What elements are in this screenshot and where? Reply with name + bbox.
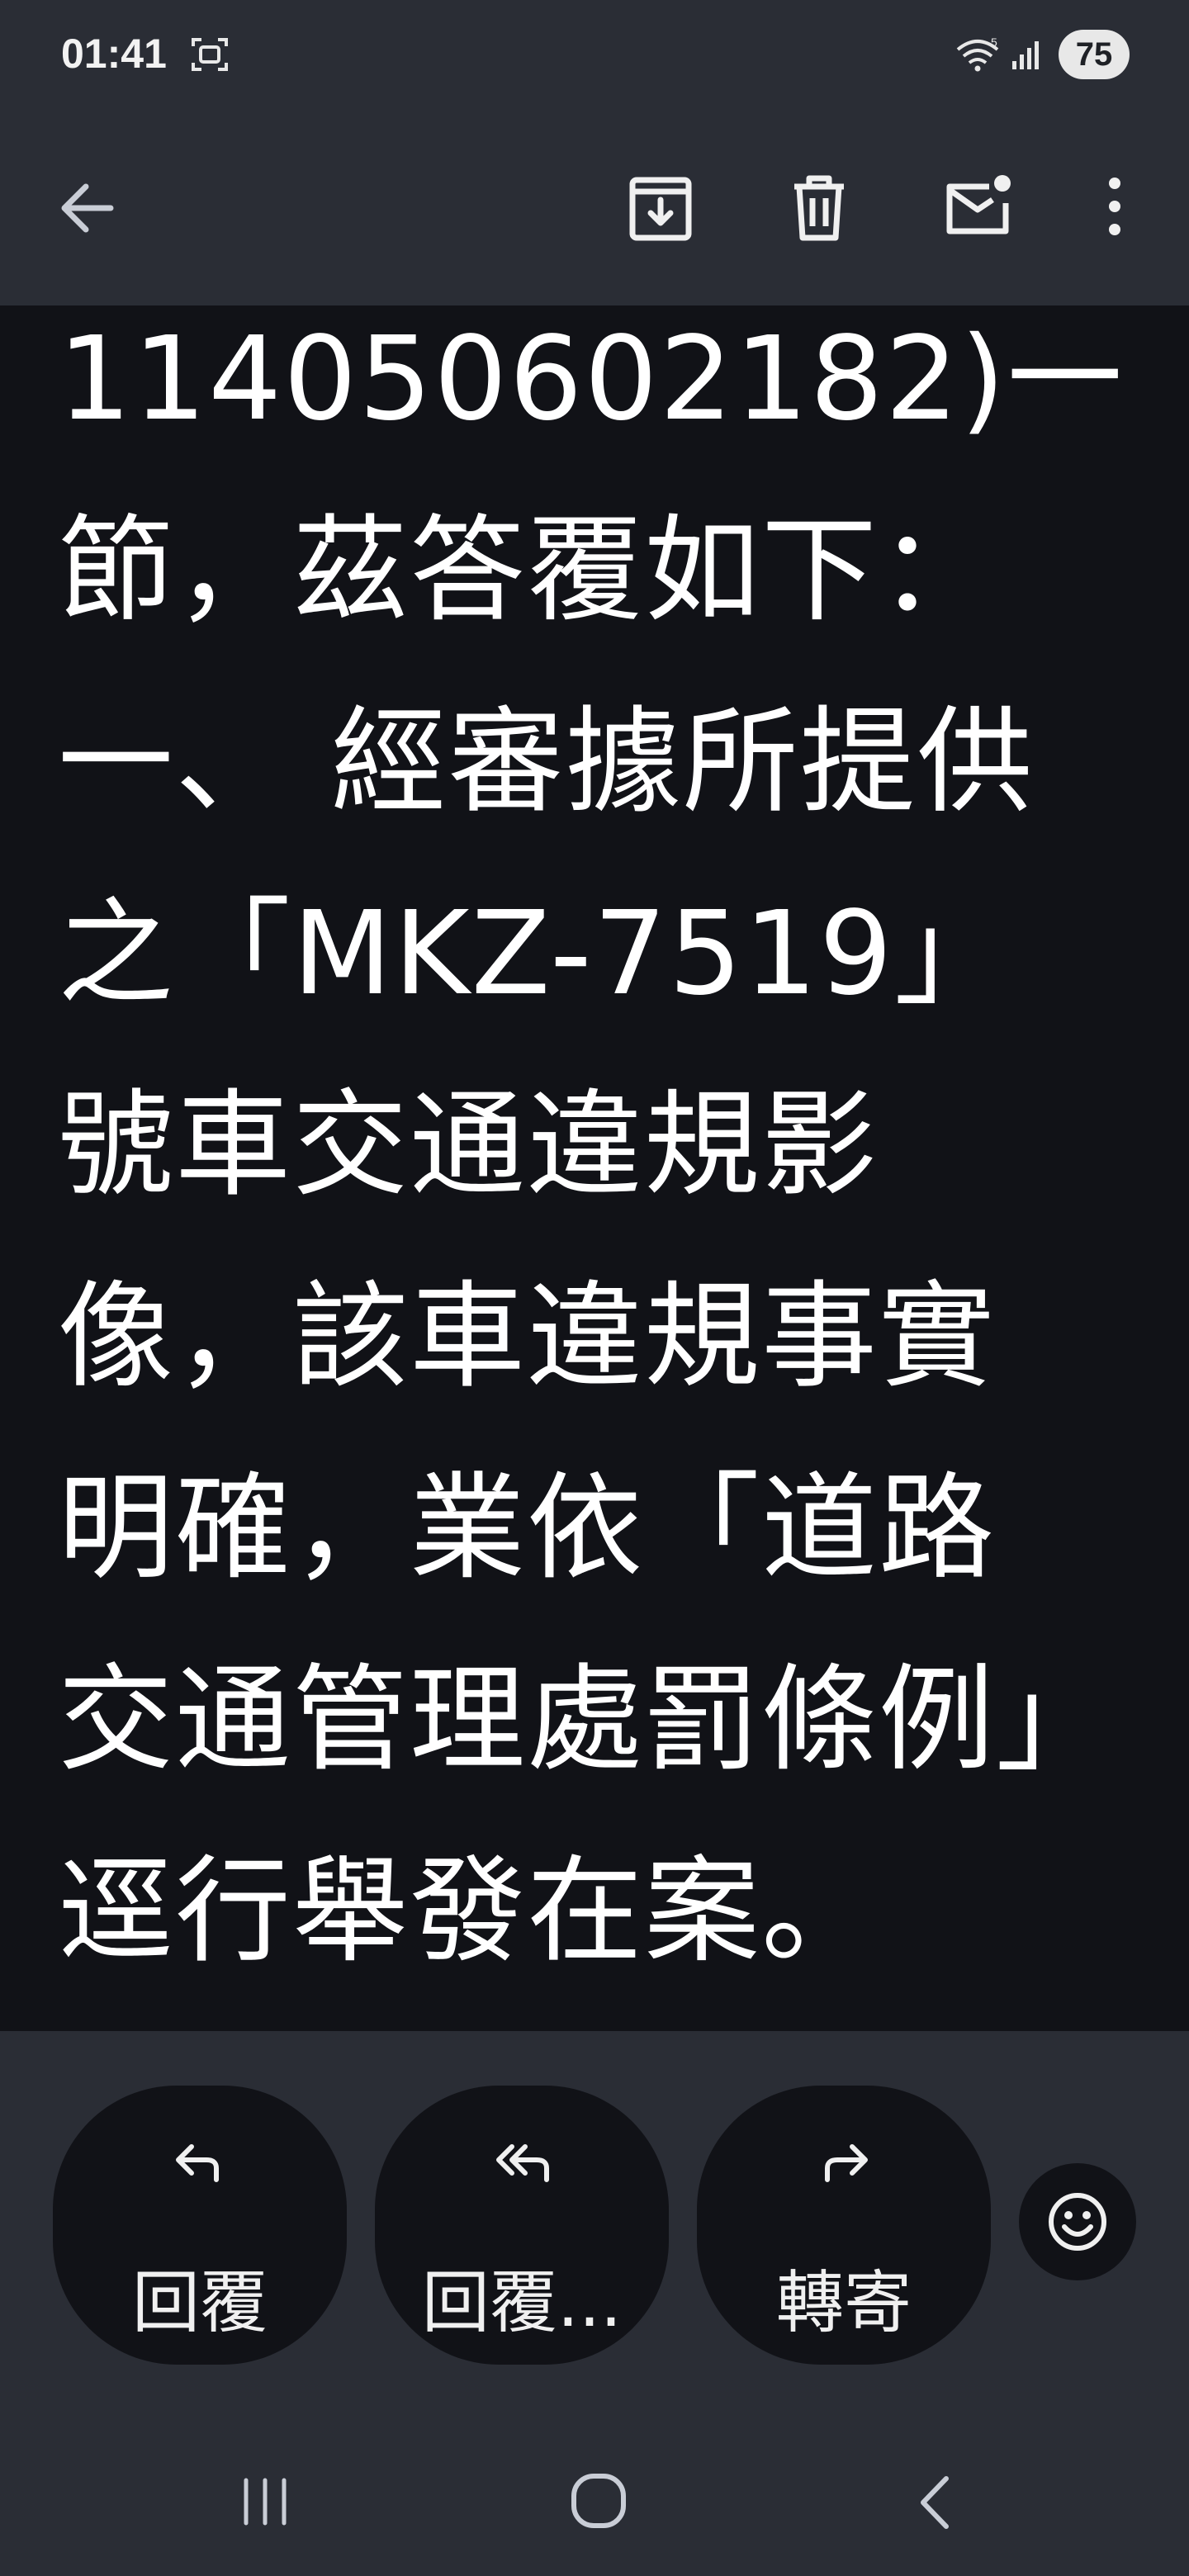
reply-all-icon [496,2144,549,2182]
recent-apps-button[interactable] [236,2475,294,2528]
app-bar [0,107,1189,305]
delete-button[interactable] [779,165,859,248]
svg-text:5: 5 [991,36,997,49]
reply-all-button[interactable]: 回覆... [375,2086,669,2365]
message-body: 114050602182)一 節，茲答覆如下： 一、 經審據所提供 之「MKZ-… [0,305,1189,2031]
reply-icon [176,2144,219,2182]
screen-capture-icon [192,38,228,71]
back-button[interactable] [50,168,129,248]
message-line: 明確，業依「道路 [58,1461,997,1596]
forward-label: 轉寄 [775,2264,912,2342]
message-line: 交通管理處罰條例」 [58,1653,1114,1788]
home-icon [571,2474,626,2528]
reply-all-label: 回覆... [421,2264,623,2342]
message-line: 節，茲答覆如下： [58,504,997,638]
message-line: 號車交通違規影 [58,1078,879,1213]
recents-icon [244,2478,287,2526]
status-time: 01:41 [61,31,167,77]
home-button[interactable] [570,2472,628,2530]
battery-indicator: 75 [1059,30,1130,79]
more-options-button[interactable] [1090,165,1139,248]
emoji-reaction-button[interactable] [1019,2163,1136,2280]
reply-label: 回覆 [131,2264,268,2342]
message-line: 像，該車違規事實 [58,1270,997,1404]
message-line: 一、 經審據所提供 [58,695,1035,830]
message-line: 逕行舉發在案。 [58,1844,879,1979]
chevron-left-icon [921,2476,949,2529]
trash-icon [794,175,844,241]
message-line: 114050602182)一 [58,312,1125,447]
archive-button[interactable] [621,165,700,248]
system-nav-bar [0,2386,1189,2576]
signal-icon [1012,41,1039,69]
message-line: 之「MKZ-7519」 [58,887,1011,1021]
system-back-button[interactable] [912,2474,961,2531]
emoji-icon [1049,2193,1106,2251]
mark-unread-button[interactable] [938,165,1017,248]
forward-icon [825,2144,868,2182]
reply-actions: 回覆 回覆... 轉寄 [0,2031,1189,2386]
more-vert-icon [1109,178,1120,235]
arrow-left-icon [61,183,114,233]
wifi-icon: 5 [956,36,999,72]
status-bar: 01:41 5 75 [0,0,1189,107]
reply-button[interactable]: 回覆 [53,2086,347,2365]
archive-icon [629,177,692,241]
forward-button[interactable]: 轉寄 [697,2086,991,2365]
mark-unread-icon [946,175,1011,234]
